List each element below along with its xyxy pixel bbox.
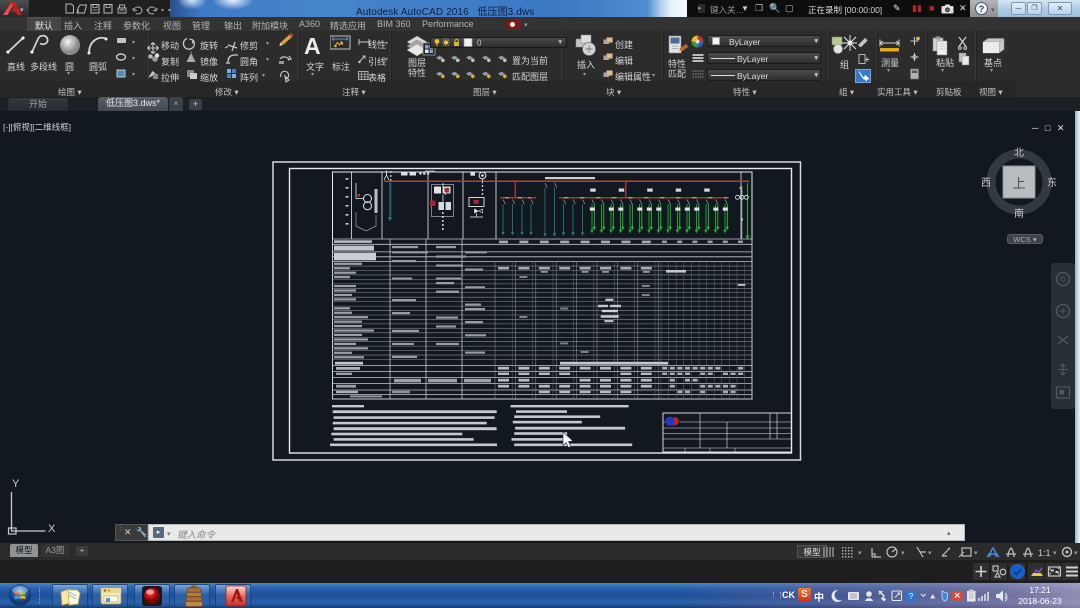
svg-text:▾: ▾ [1053,550,1057,557]
svg-text:▾: ▾ [1074,550,1078,557]
svg-text:?: ? [909,592,914,601]
svg-text:▾: ▾ [974,550,978,557]
svg-text:▾: ▾ [168,8,171,14]
svg-text:0: 0 [477,38,482,47]
svg-text:▾: ▾ [146,8,149,14]
svg-text:▾: ▾ [161,8,164,14]
svg-text:▾: ▾ [858,550,862,557]
svg-text:▾: ▾ [901,550,905,557]
svg-text:上: 上 [1012,176,1025,191]
svg-text:南: 南 [1014,207,1024,220]
svg-text:北: 北 [1014,147,1024,159]
svg-text:▾: ▾ [928,550,932,557]
svg-text:Y: Y [12,478,20,490]
svg-text:东: 东 [1047,176,1057,189]
svg-text:X: X [48,523,56,535]
svg-text:西: 西 [981,178,991,189]
svg-text:1:1: 1:1 [1038,548,1051,558]
